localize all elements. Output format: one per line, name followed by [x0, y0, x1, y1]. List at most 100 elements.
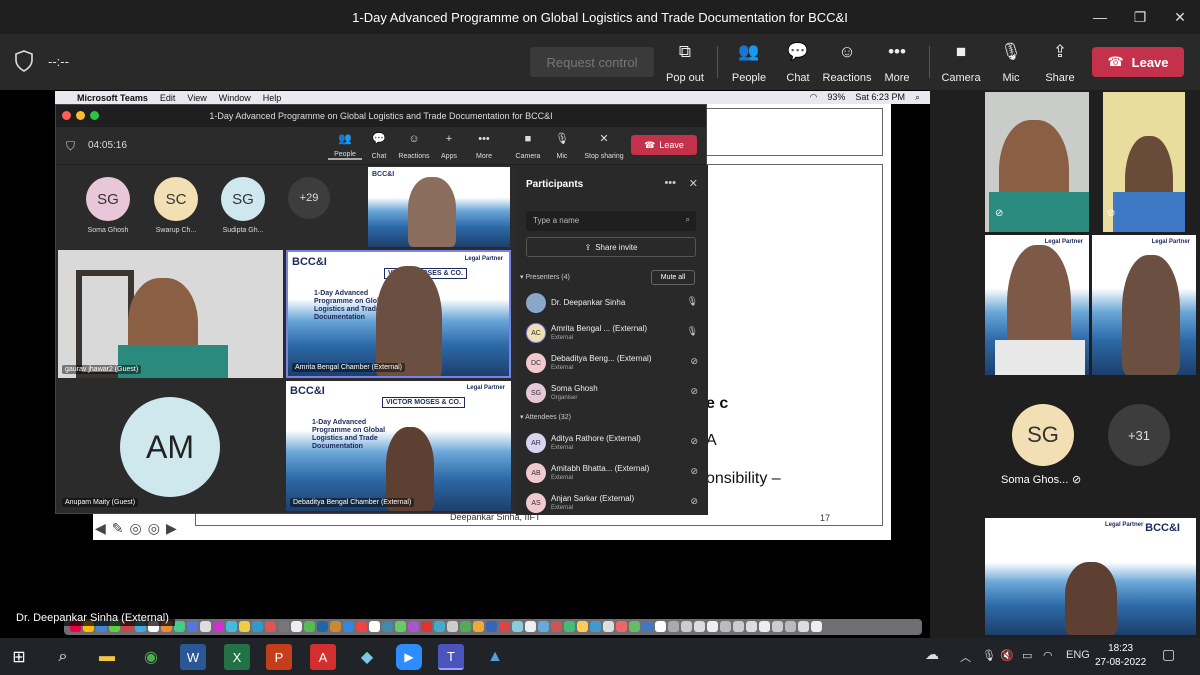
participant-search-input[interactable]: Type a name ⌕ [526, 211, 696, 231]
minimize-icon[interactable]: — [1080, 0, 1120, 34]
participant-row[interactable]: AC Amrita Bengal ... (External) External… [526, 321, 698, 347]
people-button[interactable]: 👥 People [721, 42, 777, 84]
wifi-icon[interactable]: ◠ [1043, 649, 1053, 662]
gallery-tile[interactable]: Legal Partner [1092, 235, 1196, 375]
mic-label: Mic [1002, 72, 1020, 84]
participant-role: External [551, 335, 574, 341]
video-tile[interactable]: BCC&I [368, 167, 510, 247]
mic-button[interactable]: 🎙 Mic [983, 42, 1039, 84]
nested-more-button[interactable]: ••• More [467, 132, 501, 160]
taskbar-clock[interactable]: 18:23 27-08-2022 [1095, 642, 1146, 670]
shield-icon [15, 50, 33, 72]
gallery-tile[interactable]: Legal Partner BCC&I [985, 518, 1196, 635]
participant-row[interactable]: AS Anjan Sarkar (External) External ⊘ [526, 491, 698, 517]
attendees-label: Attendees (32) [525, 414, 571, 421]
nested-apps-button[interactable]: + Apps [432, 132, 466, 160]
video-tile-anupam[interactable]: AM Anupam Maity (Guest) [58, 381, 283, 511]
slides-icon[interactable]: ◎ [130, 520, 142, 537]
share-button[interactable]: ⇪ Share [1032, 42, 1088, 84]
photos-icon[interactable]: ▲ [482, 644, 508, 670]
window-title: 1-Day Advanced Programme on Global Logis… [352, 9, 848, 25]
share-label: Share [1045, 72, 1075, 84]
restore-icon[interactable]: ❐ [1120, 0, 1160, 34]
mute-all-button[interactable]: Mute all [651, 270, 695, 285]
video-tile-debaditya[interactable]: BCC&I Legal Partner VICTOR MOSES & CO. 1… [286, 381, 511, 511]
participant-shirt [995, 340, 1085, 375]
nested-chat-button[interactable]: 💬 Chat [362, 132, 396, 160]
nested-more-label: More [476, 153, 492, 160]
next-arrow-icon[interactable]: ▶ [166, 520, 177, 537]
windows-start-icon[interactable]: ⊞ [6, 644, 32, 670]
gallery-tile[interactable]: ⊘ [1103, 92, 1185, 232]
app-icon[interactable]: ◆ [354, 644, 380, 670]
nested-camera-button[interactable]: ■ Camera [511, 132, 545, 160]
close-icon[interactable]: ✕ [1160, 0, 1200, 34]
participant-row[interactable]: AR Aditya Rathore (External) External ⊘ [526, 431, 698, 457]
pen-icon[interactable]: ✎ [112, 520, 124, 537]
menu-dots-icon[interactable]: ◎ [148, 520, 160, 537]
video-tile-amrita[interactable]: BCC&I Legal Partner VICTOR MOSES & CO. 1… [286, 250, 511, 378]
speaker-muted-icon[interactable]: 🔇 [1000, 649, 1014, 662]
nested-leave-button[interactable]: ☎ Leave [631, 135, 697, 155]
participant-row[interactable]: SG Soma Ghosh Organiser ⊘ [526, 381, 698, 407]
stop-sharing-button[interactable]: ✕ Stop sharing [584, 132, 624, 160]
avatar: AS [526, 493, 546, 513]
avatar[interactable]: SG [221, 177, 265, 221]
avatar[interactable]: SG [1012, 404, 1074, 466]
nested-reactions-button[interactable]: ☺ Reactions [397, 132, 431, 160]
mic-off-icon: ⊘ [690, 436, 698, 446]
presenters-section[interactable]: ▾ Presenters (4) [520, 273, 570, 281]
participant-row[interactable]: Dr. Deepankar Sinha 🎙 [526, 291, 698, 317]
leave-button[interactable]: ☎ Leave [1092, 47, 1184, 77]
share-invite-button[interactable]: ⇪ Share invite [526, 237, 696, 257]
language-indicator[interactable]: ENG [1066, 649, 1090, 661]
participant-row[interactable]: DC Debaditya Beng... (External) External… [526, 351, 698, 377]
gallery-tile[interactable]: ⊘ [985, 92, 1089, 232]
chat-button[interactable]: 💬 Chat [770, 42, 826, 84]
file-explorer-icon[interactable]: ▬ [94, 644, 120, 670]
cloud-icon[interactable]: ☁ [925, 646, 939, 663]
zoom-icon[interactable]: ▶ [396, 644, 422, 670]
presenter-name-tag: Dr. Deepankar Sinha (External) [10, 610, 175, 626]
plus-icon: + [445, 133, 453, 145]
participant-name: Debaditya Beng... (External) [551, 354, 652, 363]
minimize-dot-icon[interactable] [76, 111, 85, 120]
more-participants[interactable]: +31 [1108, 404, 1170, 466]
teams-icon[interactable]: T [438, 644, 464, 670]
more-participants[interactable]: +29 [288, 177, 330, 219]
nested-mic-button[interactable]: 🎙 Mic [545, 132, 579, 160]
nested-people-button[interactable]: 👥 People [328, 132, 362, 160]
close-dot-icon[interactable] [62, 111, 71, 120]
video-tile-gaurav[interactable]: gaurav jhawar2 (Guest) [58, 250, 283, 378]
reactions-button[interactable]: ☺ Reactions [819, 42, 875, 84]
close-icon[interactable]: ✕ [689, 177, 698, 190]
gallery-tile[interactable]: Legal Partner [985, 235, 1089, 375]
attendees-section[interactable]: ▾ Attendees (32) [520, 413, 571, 421]
mic-icon[interactable]: 🎙 [982, 649, 996, 662]
avatar[interactable]: SC [154, 177, 198, 221]
search-icon[interactable]: ⌕ [50, 644, 76, 670]
request-control-button[interactable]: Request control [530, 47, 654, 77]
more-options-icon[interactable]: ••• [664, 177, 676, 189]
mic-off-icon: ⊘ [690, 466, 698, 476]
acrobat-icon[interactable]: A [310, 644, 336, 670]
battery-icon[interactable]: ▭ [1022, 649, 1032, 662]
participant-row[interactable]: AB Amitabh Bhatta... (External) External… [526, 461, 698, 487]
avatar[interactable]: SG [86, 177, 130, 221]
avatar: SG [526, 383, 546, 403]
chat-label: Chat [786, 72, 810, 84]
powerpoint-icon[interactable]: P [266, 644, 292, 670]
zoom-dot-icon[interactable] [90, 111, 99, 120]
pop-out-button[interactable]: ⧉ Pop out [657, 42, 713, 84]
chevron-up-icon[interactable]: ︿ [960, 649, 971, 665]
chrome-icon[interactable]: ◉ [138, 644, 164, 670]
more-button[interactable]: ••• More [869, 42, 925, 84]
mic-off-icon: ⊘ [690, 386, 698, 396]
camera-button[interactable]: ■ Camera [933, 42, 989, 84]
word-icon[interactable]: W [180, 644, 206, 670]
more-icon: ••• [478, 133, 490, 145]
mic-off-icon: ⊘ [1072, 474, 1082, 486]
excel-icon[interactable]: X [224, 644, 250, 670]
previous-arrow-icon[interactable]: ◀ [95, 520, 106, 537]
notifications-icon[interactable]: ▢ [1162, 646, 1175, 663]
